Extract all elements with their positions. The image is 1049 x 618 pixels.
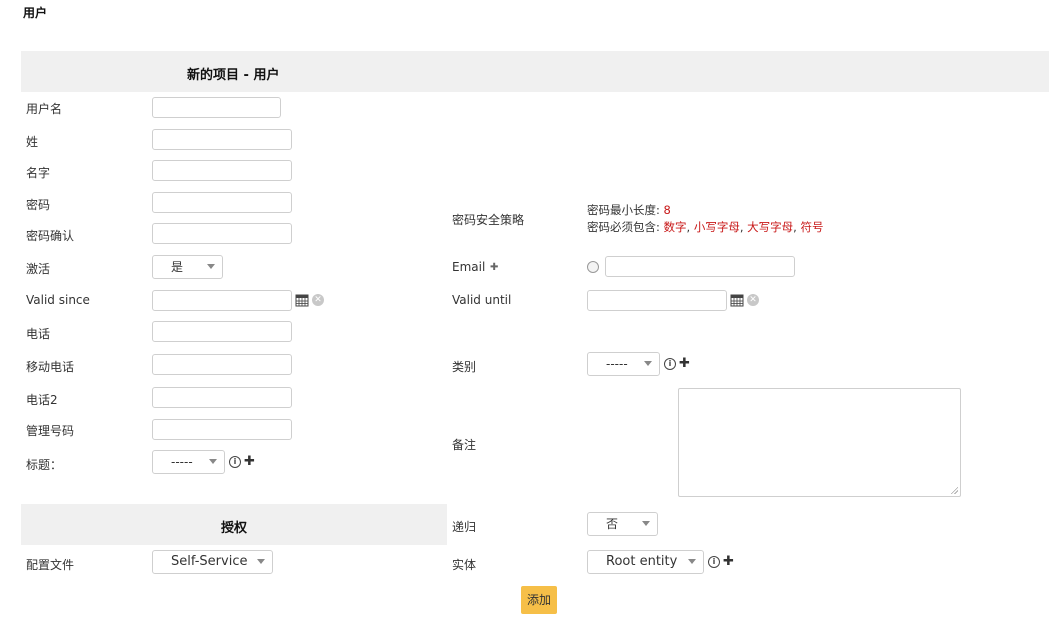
policy-lowercase: 小写字母	[693, 220, 740, 234]
password-input[interactable]	[152, 192, 292, 213]
password-min-length: 密码最小长度: 8	[587, 202, 671, 218]
email-default-radio[interactable]	[587, 261, 599, 273]
category-select[interactable]: -----	[587, 352, 660, 376]
category-select-value: -----	[606, 357, 628, 371]
info-icon[interactable]: i	[229, 456, 241, 468]
must-contain-text: 密码必须包含:	[587, 220, 664, 234]
plus-icon[interactable]: ✚	[679, 357, 690, 370]
chevron-down-icon	[257, 559, 265, 564]
firstname-label: 名字	[26, 166, 51, 180]
authorization-header-title: 授权	[221, 521, 248, 536]
firstname-input[interactable]	[152, 160, 292, 181]
admin-number-label: 管理号码	[26, 424, 75, 438]
entity-select-value: Root entity	[606, 554, 678, 569]
calendar-icon[interactable]	[730, 293, 744, 307]
email-input[interactable]	[605, 256, 795, 277]
form-header-bar	[21, 51, 1049, 92]
phone2-label: 电话2	[26, 393, 58, 407]
chevron-down-icon	[207, 264, 215, 269]
policy-symbols: 符号	[800, 220, 824, 234]
valid-until-input[interactable]	[587, 290, 727, 311]
profile-select-value: Self-Service	[171, 554, 248, 569]
chevron-down-icon	[209, 459, 217, 464]
plus-icon[interactable]: ✚	[244, 455, 255, 468]
password-must-contain: 密码必须包含: 数字, 小写字母, 大写字母, 符号	[587, 219, 823, 235]
mobile-input[interactable]	[152, 354, 292, 375]
mobile-label: 移动电话	[26, 360, 75, 374]
form-header-title: 新的项目 - 用户	[187, 68, 280, 83]
chevron-down-icon	[642, 521, 650, 526]
entity-select[interactable]: Root entity	[587, 550, 704, 574]
recursive-select-value: 否	[606, 517, 619, 531]
phone-input[interactable]	[152, 321, 292, 342]
username-label: 用户名	[26, 102, 63, 116]
chevron-down-icon	[688, 559, 696, 564]
page-title: 用户	[23, 6, 48, 20]
min-length-value: 8	[663, 203, 671, 217]
title-select[interactable]: -----	[152, 450, 225, 474]
plus-icon[interactable]: ✚	[490, 262, 498, 274]
admin-number-input[interactable]	[152, 419, 292, 440]
policy-separator: ,	[686, 220, 694, 234]
entity-label: 实体	[452, 558, 477, 572]
password-confirm-label: 密码确认	[26, 229, 75, 243]
profile-label: 配置文件	[26, 558, 75, 572]
policy-digits: 数字	[663, 220, 687, 234]
policy-uppercase: 大写字母	[747, 220, 794, 234]
chevron-down-icon	[644, 361, 652, 366]
info-icon[interactable]: i	[664, 358, 676, 370]
recursive-select[interactable]: 否	[587, 512, 658, 536]
password-confirm-input[interactable]	[152, 223, 292, 244]
valid-since-label: Valid since	[26, 293, 90, 307]
category-label: 类别	[452, 360, 477, 374]
phone2-input[interactable]	[152, 387, 292, 408]
active-select[interactable]: 是	[152, 255, 223, 279]
add-button[interactable]: 添加	[521, 586, 557, 614]
clear-icon[interactable]: ✕	[747, 294, 759, 306]
plus-icon[interactable]: ✚	[723, 555, 734, 568]
valid-until-label: Valid until	[452, 293, 512, 307]
info-icon[interactable]: i	[708, 556, 720, 568]
active-label: 激活	[26, 262, 51, 276]
username-input[interactable]	[152, 97, 281, 118]
recursive-label: 递归	[452, 520, 477, 534]
clear-icon[interactable]: ✕	[312, 294, 324, 306]
title-label: 标题：	[26, 458, 63, 472]
password-label: 密码	[26, 198, 51, 212]
title-select-value: -----	[171, 455, 193, 469]
valid-since-input[interactable]	[152, 290, 292, 311]
active-select-value: 是	[171, 260, 184, 274]
min-length-text: 密码最小长度:	[587, 203, 664, 217]
comments-label: 备注	[452, 438, 477, 452]
email-label: Email	[452, 260, 486, 274]
password-policy-label: 密码安全策略	[452, 213, 525, 227]
profile-select[interactable]: Self-Service	[152, 550, 273, 574]
calendar-icon[interactable]	[295, 293, 309, 307]
resize-grip-icon[interactable]	[950, 486, 958, 494]
comments-textarea[interactable]	[678, 388, 961, 497]
lastname-label: 姓	[26, 135, 39, 149]
phone-label: 电话	[26, 327, 51, 341]
lastname-input[interactable]	[152, 129, 292, 150]
